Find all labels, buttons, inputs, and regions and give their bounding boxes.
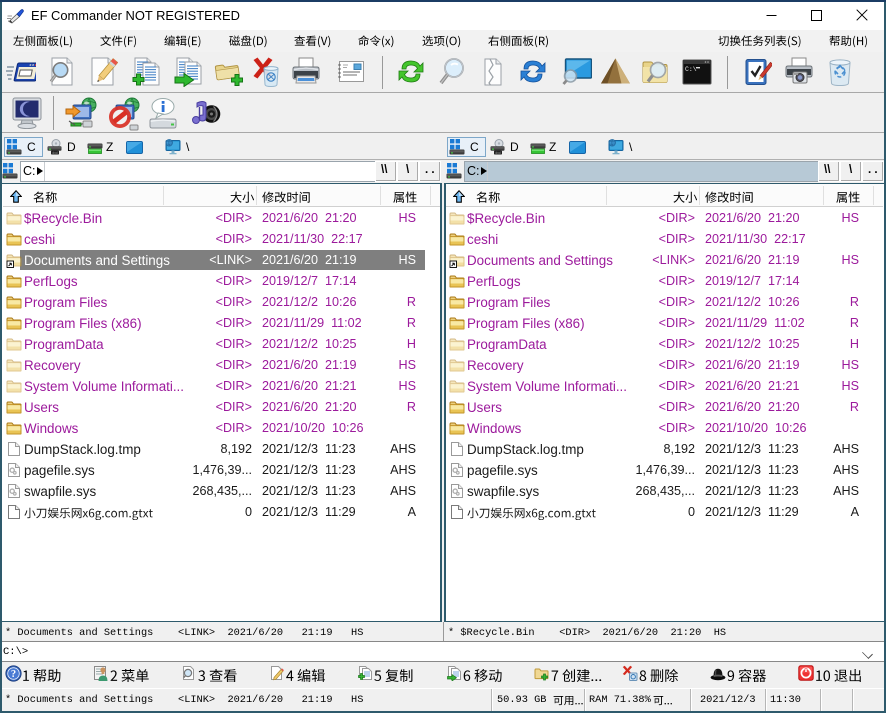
svg-text:dvd: dvd <box>52 151 57 155</box>
svg-text:C:\: C:\ <box>685 66 697 73</box>
svg-text:?: ? <box>10 669 15 680</box>
svg-text:dvd: dvd <box>495 151 500 155</box>
